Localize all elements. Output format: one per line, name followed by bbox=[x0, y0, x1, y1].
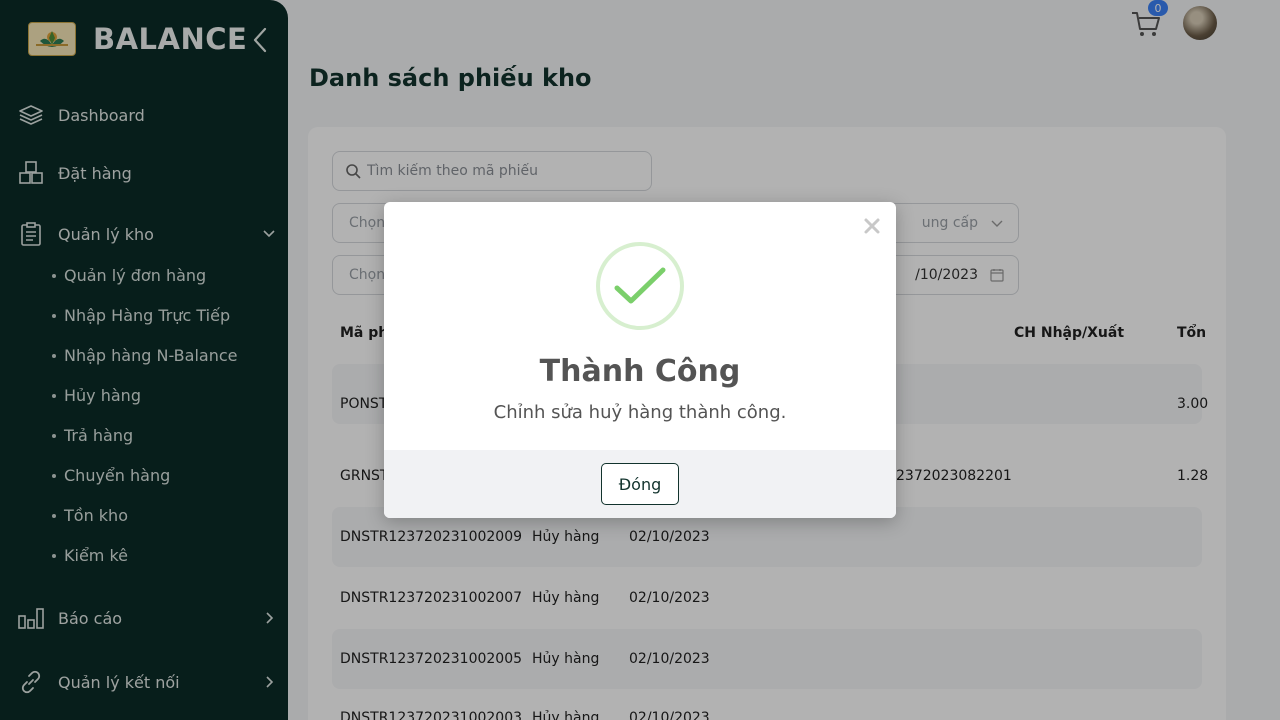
success-dialog: Thành Công Chỉnh sửa huỷ hàng thành công… bbox=[384, 202, 896, 518]
dialog-title: Thành Công bbox=[539, 354, 741, 389]
checkmark-icon bbox=[614, 267, 666, 304]
dialog-footer: Đóng bbox=[384, 450, 896, 518]
close-icon[interactable] bbox=[862, 216, 882, 236]
close-button[interactable]: Đóng bbox=[601, 463, 679, 505]
success-circle bbox=[596, 242, 684, 330]
dialog-message: Chỉnh sửa huỷ hàng thành công. bbox=[493, 402, 787, 423]
